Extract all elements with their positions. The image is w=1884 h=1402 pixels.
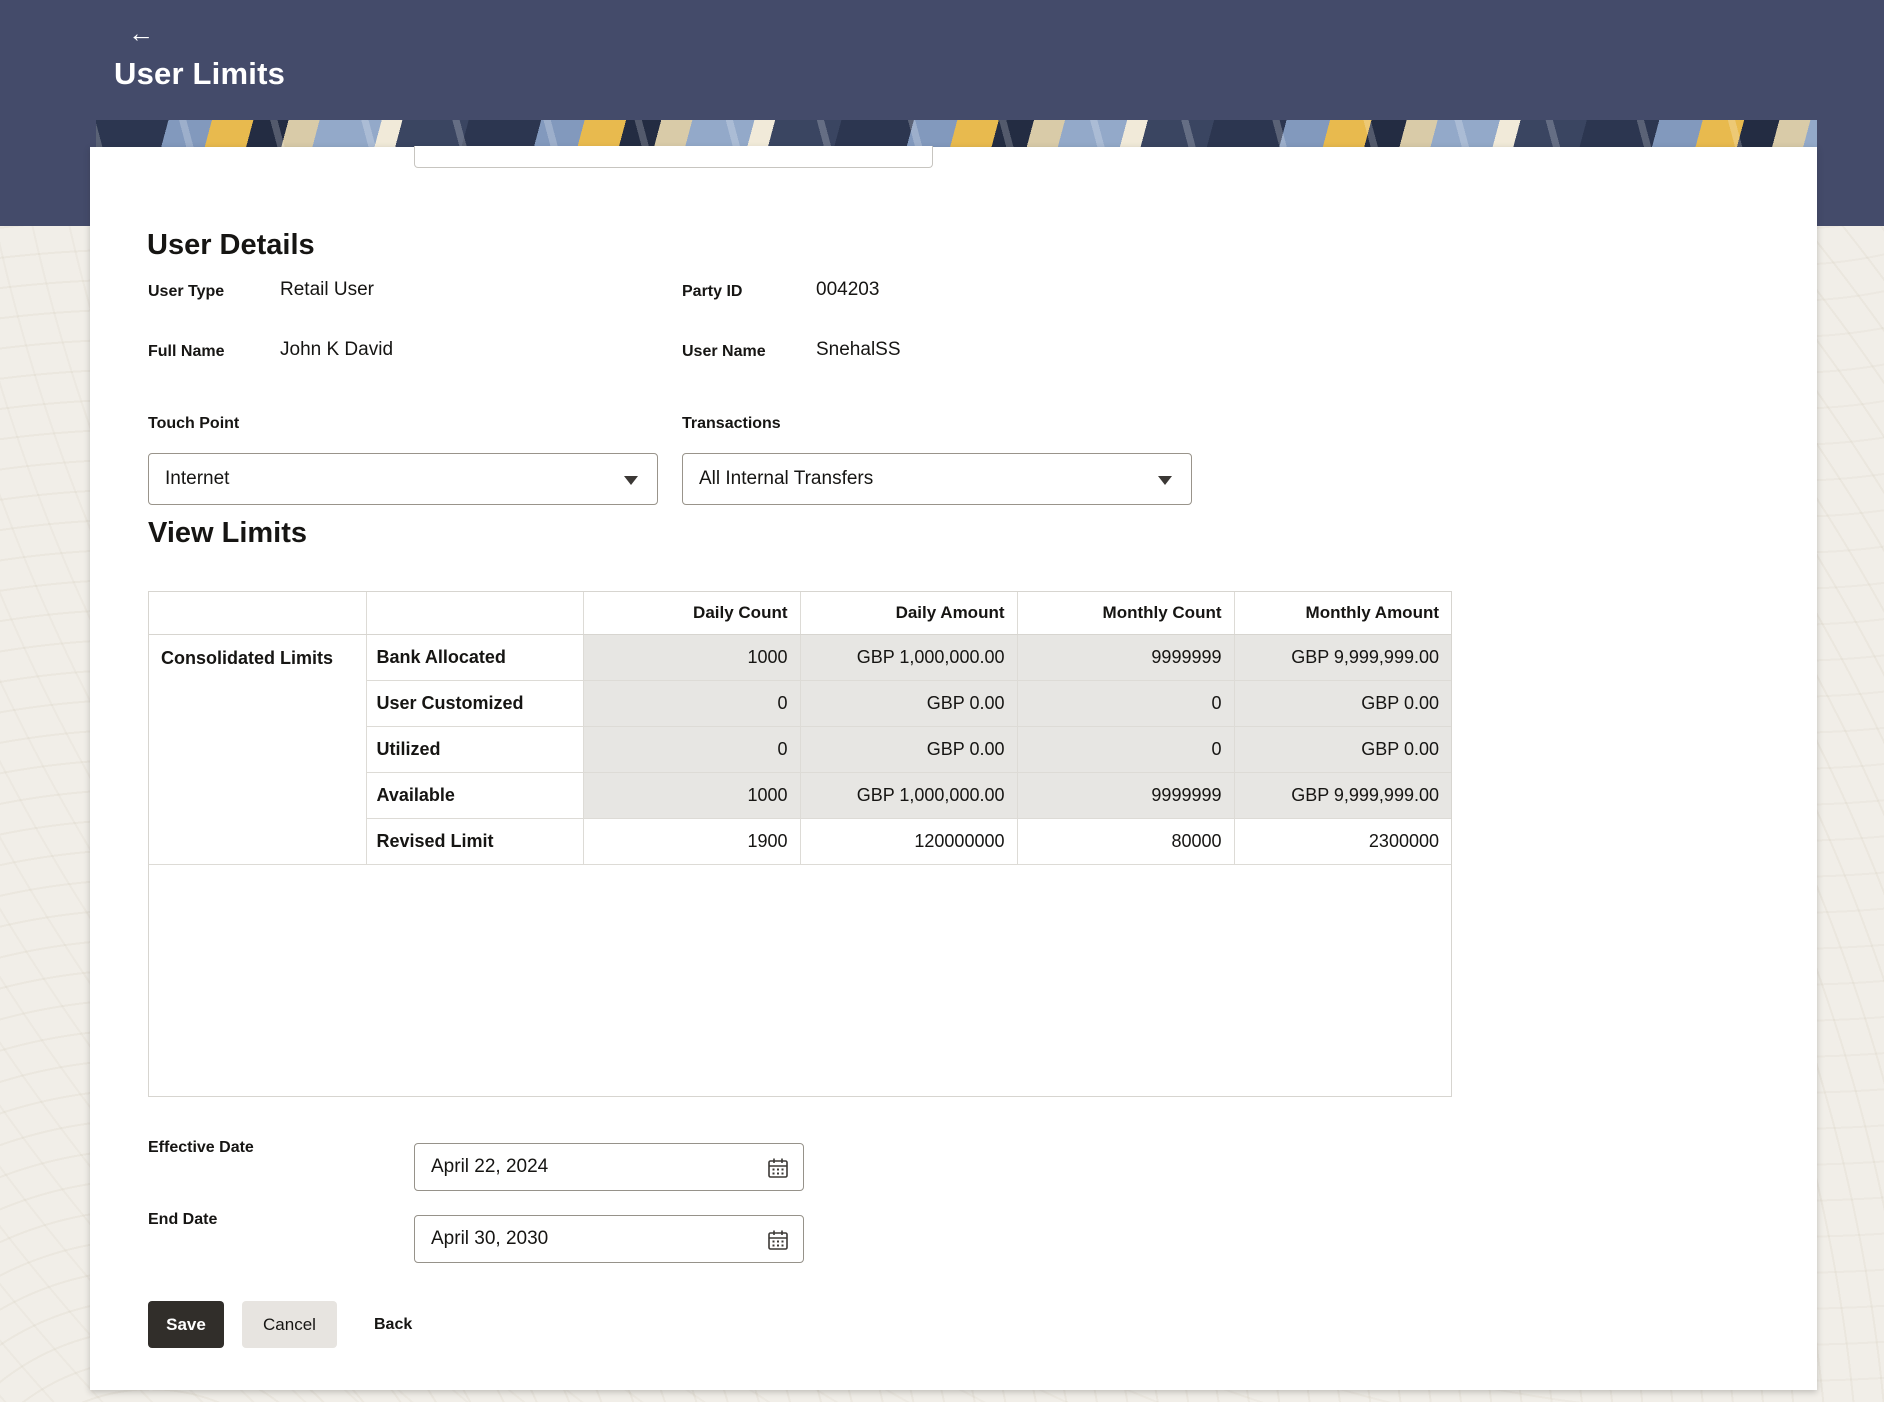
limit-cell: GBP 0.00 xyxy=(1234,680,1451,727)
revised-limit-cell[interactable]: 80000 xyxy=(1017,818,1235,865)
row-label-bank-allocated: Bank Allocated xyxy=(366,634,584,681)
back-button[interactable]: ← xyxy=(122,14,160,52)
revised-limit-cell[interactable]: 120000000 xyxy=(800,818,1018,865)
save-button[interactable]: Save xyxy=(148,1301,224,1348)
end-date-label: End Date xyxy=(148,1211,218,1228)
limit-cell: 0 xyxy=(583,726,801,773)
row-label-revised-limit: Revised Limit xyxy=(366,818,584,865)
back-link[interactable]: Back xyxy=(374,1301,412,1348)
column-header-daily-amount: Daily Amount xyxy=(800,592,1018,635)
limit-cell: GBP 1,000,000.00 xyxy=(800,634,1018,681)
limit-cell: GBP 1,000,000.00 xyxy=(800,772,1018,819)
transactions-label: Transactions xyxy=(682,415,781,432)
limit-cell: 9999999 xyxy=(1017,634,1235,681)
user-name-label: User Name xyxy=(682,343,766,360)
limit-cell: GBP 9,999,999.00 xyxy=(1234,772,1451,819)
column-header-blank-2 xyxy=(366,592,584,635)
row-label-user-customized: User Customized xyxy=(366,680,584,727)
user-type-label: User Type xyxy=(148,283,225,300)
effective-date-value: April 22, 2024 xyxy=(431,1156,549,1177)
chevron-down-icon xyxy=(1158,476,1172,485)
column-header-monthly-count: Monthly Count xyxy=(1017,592,1235,635)
limit-cell: 0 xyxy=(1017,726,1235,773)
column-header-blank-1 xyxy=(149,592,367,635)
table-row: Consolidated Limits Bank Allocated 1000 … xyxy=(149,634,1451,865)
column-header-monthly-amount: Monthly Amount xyxy=(1234,592,1451,635)
decorative-banner xyxy=(96,120,1817,150)
touch-point-label: Touch Point xyxy=(148,415,240,432)
table-header-row: Daily Count Daily Amount Monthly Count M… xyxy=(149,592,1451,635)
party-id-value: 004203 xyxy=(816,279,880,300)
row-label-utilized: Utilized xyxy=(366,726,584,773)
consolidated-limits-label: Consolidated Limits xyxy=(149,634,367,865)
revised-limit-cell[interactable]: 1900 xyxy=(583,818,801,865)
chevron-down-icon xyxy=(624,476,638,485)
party-id-label: Party ID xyxy=(682,283,743,300)
cancel-button[interactable]: Cancel xyxy=(242,1301,337,1348)
revised-limit-cell[interactable]: 2300000 xyxy=(1234,818,1451,865)
calendar-icon[interactable] xyxy=(766,1156,790,1186)
limit-cell: 0 xyxy=(583,680,801,727)
touch-point-selected-value: Internet xyxy=(165,468,230,489)
effective-date-label: Effective Date xyxy=(148,1139,254,1156)
limit-cell: GBP 0.00 xyxy=(800,726,1018,773)
transactions-selected-value: All Internal Transfers xyxy=(699,468,874,489)
limit-cell: 9999999 xyxy=(1017,772,1235,819)
end-date-input[interactable]: April 30, 2030 xyxy=(414,1215,804,1263)
column-header-daily-count: Daily Count xyxy=(583,592,801,635)
arrow-left-icon: ← xyxy=(128,18,154,48)
limits-table: Daily Count Daily Amount Monthly Count M… xyxy=(149,592,1451,865)
truncated-input[interactable] xyxy=(414,146,933,168)
limit-cell: 0 xyxy=(1017,680,1235,727)
limit-cell: GBP 0.00 xyxy=(1234,726,1451,773)
user-details-title: User Details xyxy=(147,229,315,261)
limit-cell: GBP 9,999,999.00 xyxy=(1234,634,1451,681)
limit-cell: GBP 0.00 xyxy=(800,680,1018,727)
row-label-available: Available xyxy=(366,772,584,819)
calendar-icon[interactable] xyxy=(766,1228,790,1258)
end-date-value: April 30, 2030 xyxy=(431,1228,549,1249)
limit-cell: 1000 xyxy=(583,634,801,681)
limits-table-container: Daily Count Daily Amount Monthly Count M… xyxy=(148,591,1452,1097)
transactions-select[interactable]: All Internal Transfers xyxy=(682,453,1192,505)
view-limits-title: View Limits xyxy=(148,517,308,549)
full-name-value: John K David xyxy=(280,339,394,360)
effective-date-input[interactable]: April 22, 2024 xyxy=(414,1143,804,1191)
user-name-value: SnehalSS xyxy=(816,339,901,360)
full-name-label: Full Name xyxy=(148,343,225,360)
limit-cell: 1000 xyxy=(583,772,801,819)
page-title: User Limits xyxy=(114,56,286,91)
user-type-value: Retail User xyxy=(280,279,374,300)
content-card: User Details User Type Retail User Party… xyxy=(90,146,1817,1390)
touch-point-select[interactable]: Internet xyxy=(148,453,658,505)
